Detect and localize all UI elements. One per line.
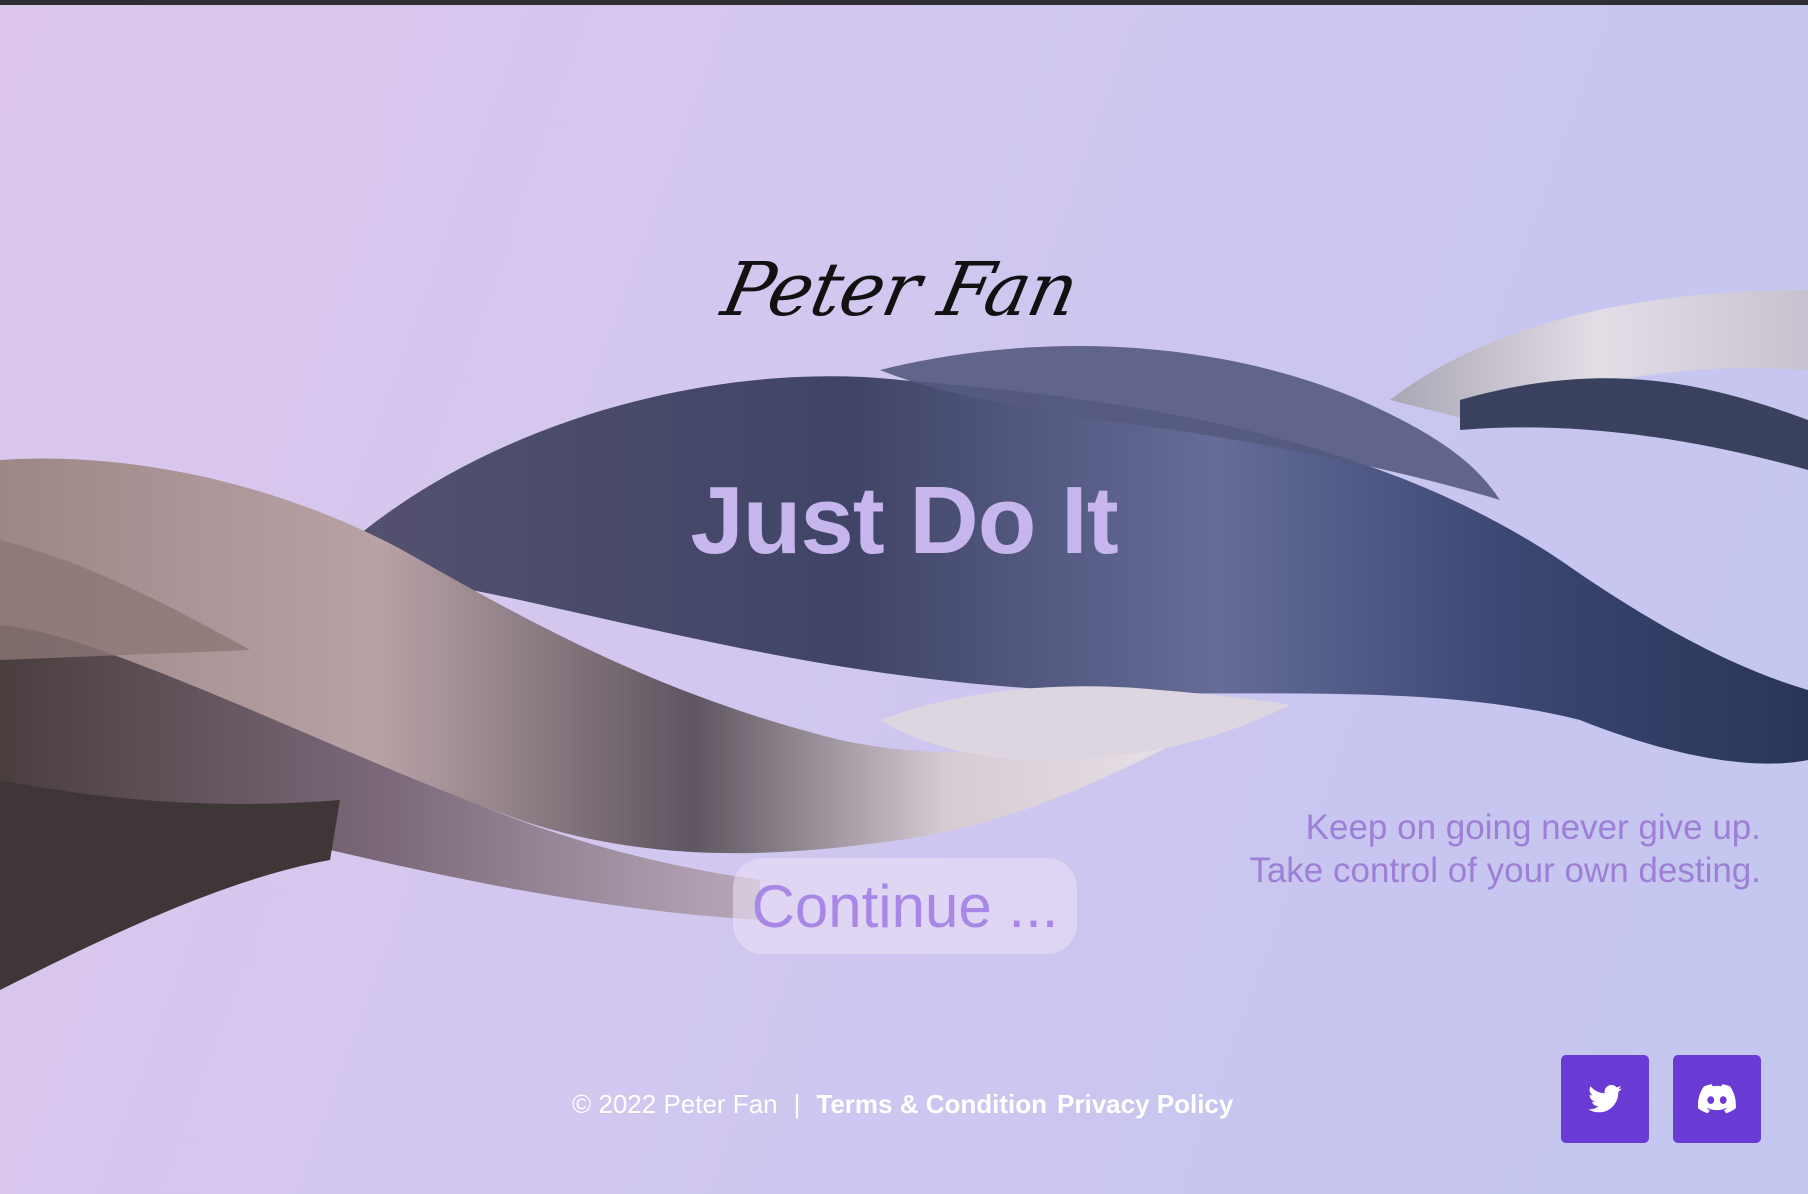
terms-link[interactable]: Terms & Condition: [816, 1089, 1047, 1119]
discord-icon: [1698, 1084, 1736, 1114]
tagline-line-2: Take control of your own desting.: [1249, 851, 1761, 890]
twisted-ribbon-artwork: [0, 290, 1808, 990]
footer-separator: |: [793, 1089, 801, 1119]
privacy-link[interactable]: Privacy Policy: [1057, 1089, 1233, 1119]
signature-logo: Peter Fan: [714, 247, 1086, 333]
continue-button[interactable]: Continue ...: [733, 858, 1077, 954]
discord-button[interactable]: [1673, 1055, 1761, 1143]
copyright-text: © 2022 Peter Fan: [572, 1089, 778, 1119]
hero-title: Just Do It: [690, 467, 1118, 574]
tagline: Keep on going never give up. Take contro…: [1249, 806, 1761, 892]
footer: © 2022 Peter Fan | Terms & Condition Privac…: [572, 1086, 1243, 1122]
landing-page: Peter Fan Just Do It Keep on going never…: [0, 0, 1808, 1194]
twitter-icon: [1588, 1085, 1622, 1113]
tagline-line-1: Keep on going never give up.: [1305, 808, 1761, 847]
twitter-button[interactable]: [1561, 1055, 1649, 1143]
